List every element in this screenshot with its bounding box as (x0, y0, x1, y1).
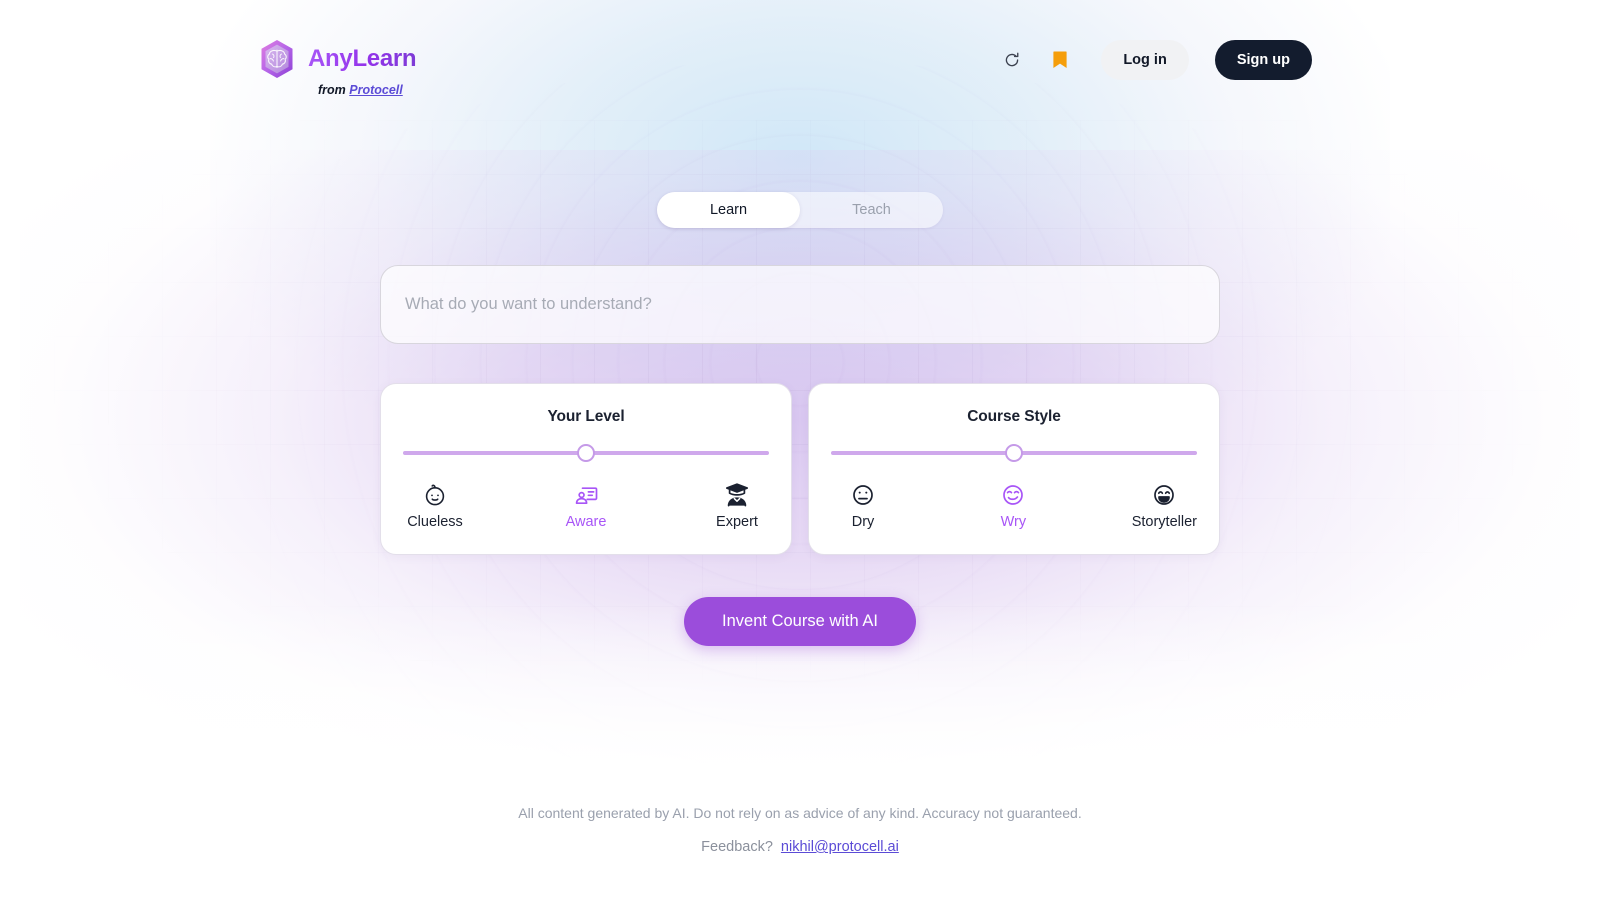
style-option-wry[interactable]: Wry (981, 480, 1045, 530)
level-option-clueless[interactable]: Clueless (403, 480, 467, 530)
site-header: AnyLearn from Protocell Log in Sign up (0, 0, 1600, 110)
style-option-label: Storyteller (1131, 514, 1197, 530)
level-slider-thumb[interactable] (577, 444, 595, 462)
level-option-label: Clueless (407, 514, 463, 530)
prompt-input[interactable] (405, 295, 1195, 314)
site-footer: All content generated by AI. Do not rely… (0, 805, 1600, 855)
parent-company-link[interactable]: Protocell (349, 83, 403, 97)
style-option-label: Dry (851, 514, 875, 530)
invent-course-button[interactable]: Invent Course with AI (684, 597, 916, 646)
tab-teach[interactable]: Teach (800, 192, 943, 228)
ai-disclaimer: All content generated by AI. Do not rely… (518, 805, 1082, 821)
feedback-email-link[interactable]: nikhil@protocell.ai (781, 839, 899, 855)
style-option-dry[interactable]: Dry (831, 480, 895, 530)
bookmark-icon-button[interactable] (1047, 47, 1073, 73)
level-option-aware[interactable]: Aware (554, 480, 618, 530)
brand-top-row: AnyLearn (256, 38, 417, 80)
header-actions: Log in Sign up (999, 40, 1312, 80)
smirking-face-icon (998, 480, 1028, 510)
brand-name: AnyLearn (308, 45, 417, 72)
style-slider-thumb[interactable] (1005, 444, 1023, 462)
feedback-label: Feedback? (701, 839, 773, 855)
refresh-history-icon (1006, 52, 1019, 67)
mode-toggle[interactable]: Learn Teach (657, 192, 943, 228)
bookmark-icon (1053, 51, 1067, 68)
level-option-expert[interactable]: Expert (705, 480, 769, 530)
login-button[interactable]: Log in (1101, 40, 1189, 80)
neutral-face-icon (848, 480, 878, 510)
style-slider[interactable] (831, 444, 1197, 462)
level-card-title: Your Level (547, 408, 625, 425)
brand-from-text: from (318, 83, 350, 97)
option-cards: Your Level Clueless Aware Expert Course … (380, 383, 1220, 555)
graduation-person-icon (722, 480, 752, 510)
style-card: Course Style Dry Wry Storyteller (808, 383, 1220, 555)
cta-wrapper: Invent Course with AI (380, 597, 1220, 646)
tab-learn[interactable]: Learn (657, 192, 800, 228)
person-id-card-icon (571, 480, 601, 510)
feedback-line: Feedback? nikhil@protocell.ai (0, 839, 1600, 855)
brand-tagline: from Protocell (318, 83, 403, 97)
level-card: Your Level Clueless Aware Expert (380, 383, 792, 555)
style-option-label: Wry (1000, 514, 1027, 530)
brand-block[interactable]: AnyLearn from Protocell (256, 38, 417, 97)
baby-face-icon (420, 480, 450, 510)
prompt-box[interactable] (380, 265, 1220, 344)
level-options-row: Clueless Aware Expert (403, 480, 769, 530)
style-card-title: Course Style (967, 408, 1061, 425)
level-slider[interactable] (403, 444, 769, 462)
style-option-storyteller[interactable]: Storyteller (1132, 480, 1197, 530)
level-option-label: Aware (565, 514, 607, 530)
style-options-row: Dry Wry Storyteller (831, 480, 1197, 530)
page-root: AnyLearn from Protocell Log in Sign up L… (0, 0, 1600, 900)
laughing-face-icon (1149, 480, 1179, 510)
refresh-history-icon-button[interactable] (999, 47, 1025, 73)
signup-button[interactable]: Sign up (1214, 40, 1312, 80)
level-option-label: Expert (716, 514, 758, 530)
brain-hexagon-logo-icon (256, 38, 298, 80)
